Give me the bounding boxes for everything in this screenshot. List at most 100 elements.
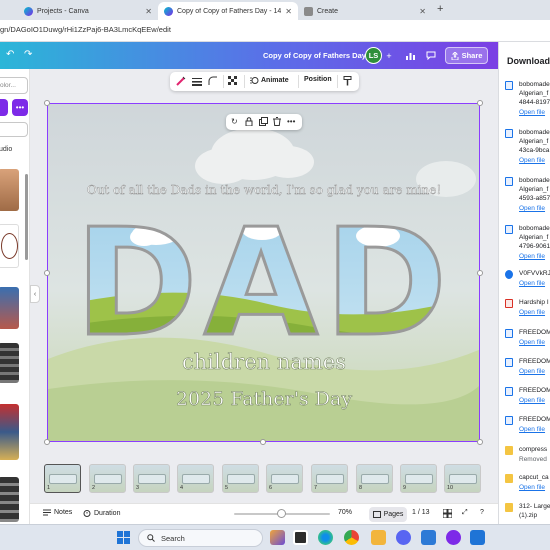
- canva-app-icon[interactable]: [446, 530, 461, 545]
- widgets-app-icon[interactable]: [270, 530, 285, 545]
- delete-trash-icon[interactable]: [273, 117, 281, 128]
- chrome-browser-icon[interactable]: [344, 530, 359, 545]
- position-button[interactable]: Position: [304, 76, 332, 83]
- animate-button[interactable]: Animate: [250, 76, 289, 85]
- file-explorer-icon[interactable]: [293, 530, 308, 545]
- open-file-link[interactable]: Open file: [519, 484, 545, 491]
- add-collaborator-icon[interactable]: +: [381, 48, 397, 63]
- media-thumbnail[interactable]: [0, 287, 19, 329]
- edge-browser-icon[interactable]: [318, 530, 333, 545]
- left-panel-scrollbar[interactable]: [25, 174, 28, 260]
- zoom-slider-knob[interactable]: [277, 509, 286, 518]
- duplicate-icon[interactable]: [259, 117, 268, 128]
- windows-start-icon[interactable]: [117, 531, 130, 544]
- notes-icon: [43, 509, 51, 516]
- media-thumbnail[interactable]: [0, 224, 19, 268]
- url-text[interactable]: gn/DAGoIO1Duwg/rHi1ZzPaj6-BA3LmcKqEEw/ed…: [0, 25, 171, 34]
- resize-handle[interactable]: [44, 439, 50, 445]
- close-tab-icon[interactable]: ✕: [285, 7, 292, 16]
- open-file-link[interactable]: Open file: [519, 280, 545, 287]
- new-tab-icon[interactable]: +: [437, 3, 443, 15]
- page-thumbnail[interactable]: 2: [89, 464, 126, 493]
- close-tab-icon[interactable]: ✕: [419, 7, 426, 16]
- rotate-icon[interactable]: ↻: [231, 117, 238, 126]
- discord-app-icon[interactable]: [396, 530, 411, 545]
- store-app-icon[interactable]: [421, 530, 436, 545]
- open-file-link[interactable]: Open file: [519, 205, 545, 212]
- help-icon[interactable]: ?: [480, 509, 484, 516]
- zoom-level[interactable]: 70%: [338, 509, 352, 516]
- taskbar-app-icon[interactable]: [470, 530, 485, 545]
- page-thumbnail[interactable]: 10: [444, 464, 481, 493]
- resize-handle[interactable]: [477, 439, 483, 445]
- open-file-link[interactable]: Open file: [519, 109, 545, 116]
- line-weight-icon[interactable]: [192, 76, 202, 88]
- redo-icon[interactable]: ↷: [24, 49, 32, 60]
- comment-icon[interactable]: [423, 48, 439, 63]
- pages-button[interactable]: Pages: [369, 507, 407, 522]
- address-bar[interactable]: gn/DAGoIO1Duwg/rHi1ZzPaj6-BA3LmcKqEEw/ed…: [0, 20, 550, 42]
- corner-rounding-icon[interactable]: [208, 76, 218, 88]
- color-search-input[interactable]: olor...: [0, 77, 28, 94]
- folder-app-icon[interactable]: [371, 530, 386, 545]
- insights-chart-icon[interactable]: [402, 48, 418, 63]
- taskbar-search-box[interactable]: Search: [138, 529, 263, 547]
- duration-button[interactable]: Duration: [83, 509, 120, 517]
- paint-format-icon[interactable]: [343, 76, 352, 88]
- open-file-link[interactable]: Open file: [519, 397, 545, 404]
- lock-icon[interactable]: [245, 117, 253, 128]
- resize-handle[interactable]: [477, 270, 483, 276]
- resize-handle[interactable]: [44, 100, 50, 106]
- page-number: 6: [269, 485, 273, 491]
- search-label: Search: [161, 533, 185, 543]
- fullscreen-icon[interactable]: ⤢: [462, 509, 468, 517]
- media-thumbnail[interactable]: [0, 343, 19, 383]
- page-thumbnail[interactable]: 6: [266, 464, 303, 493]
- open-file-link[interactable]: Open file: [519, 157, 545, 164]
- rotate-handle[interactable]: [260, 439, 266, 445]
- page-thumbnail[interactable]: 4: [177, 464, 214, 493]
- pages-grid-icon: [372, 511, 381, 518]
- tagline-text[interactable]: Out of all the Dads in the world, I'm so…: [87, 183, 442, 197]
- page-thumbnail[interactable]: 3: [133, 464, 170, 493]
- big-word-dad[interactable]: DAD: [73, 196, 453, 371]
- collapse-panel-chevron-icon[interactable]: ‹: [30, 285, 40, 303]
- page-thumbnail[interactable]: 5: [222, 464, 259, 493]
- open-file-link[interactable]: Open file: [519, 309, 545, 316]
- download-name: 4844-8197: [519, 99, 550, 106]
- notes-button[interactable]: Notes: [43, 509, 72, 516]
- page-thumbnail[interactable]: 1: [44, 464, 81, 493]
- page-number: 8: [359, 485, 363, 491]
- page-thumbnail[interactable]: 9: [400, 464, 437, 493]
- resize-handle[interactable]: [477, 100, 483, 106]
- open-file-link[interactable]: Open file: [519, 426, 545, 433]
- filter-box[interactable]: [0, 122, 28, 137]
- open-file-link[interactable]: Open file: [519, 253, 545, 260]
- design-canvas[interactable]: Out of all the Dads in the world, I'm so…: [47, 103, 480, 442]
- undo-icon[interactable]: ↶: [6, 49, 14, 60]
- tab-create[interactable]: Create ✕: [298, 2, 432, 20]
- media-thumbnail[interactable]: [0, 477, 19, 522]
- open-file-link[interactable]: Open file: [519, 368, 545, 375]
- avatar[interactable]: LS: [365, 47, 382, 64]
- more-options-icon[interactable]: •••: [287, 117, 295, 126]
- close-tab-icon[interactable]: ✕: [145, 7, 152, 16]
- transparency-checker-icon[interactable]: [228, 76, 238, 88]
- share-button[interactable]: Share: [445, 47, 488, 64]
- fathers-day-year-text[interactable]: 2025 Father's Day: [176, 388, 353, 411]
- tab-fathers-day[interactable]: Copy of Copy of Fathers Day - 14 ✕: [158, 2, 298, 20]
- media-thumbnail[interactable]: [0, 169, 19, 211]
- page-thumbnail[interactable]: 7: [311, 464, 348, 493]
- resize-handle[interactable]: [44, 270, 50, 276]
- children-names-text[interactable]: children names: [182, 350, 347, 375]
- pen-color-icon[interactable]: [176, 76, 186, 88]
- tab-projects-canva[interactable]: Projects - Canva ✕: [18, 2, 158, 20]
- media-thumbnail[interactable]: [0, 404, 19, 460]
- page-thumbnail[interactable]: 8: [356, 464, 393, 493]
- grid-view-icon[interactable]: [442, 508, 453, 520]
- more-options-button[interactable]: •••: [12, 99, 28, 116]
- download-name: FREEDOM: [519, 387, 550, 394]
- purple-option-button[interactable]: [0, 99, 8, 116]
- document-title[interactable]: Copy of Copy of Fathers Day: [263, 51, 366, 60]
- open-file-link[interactable]: Open file: [519, 339, 545, 346]
